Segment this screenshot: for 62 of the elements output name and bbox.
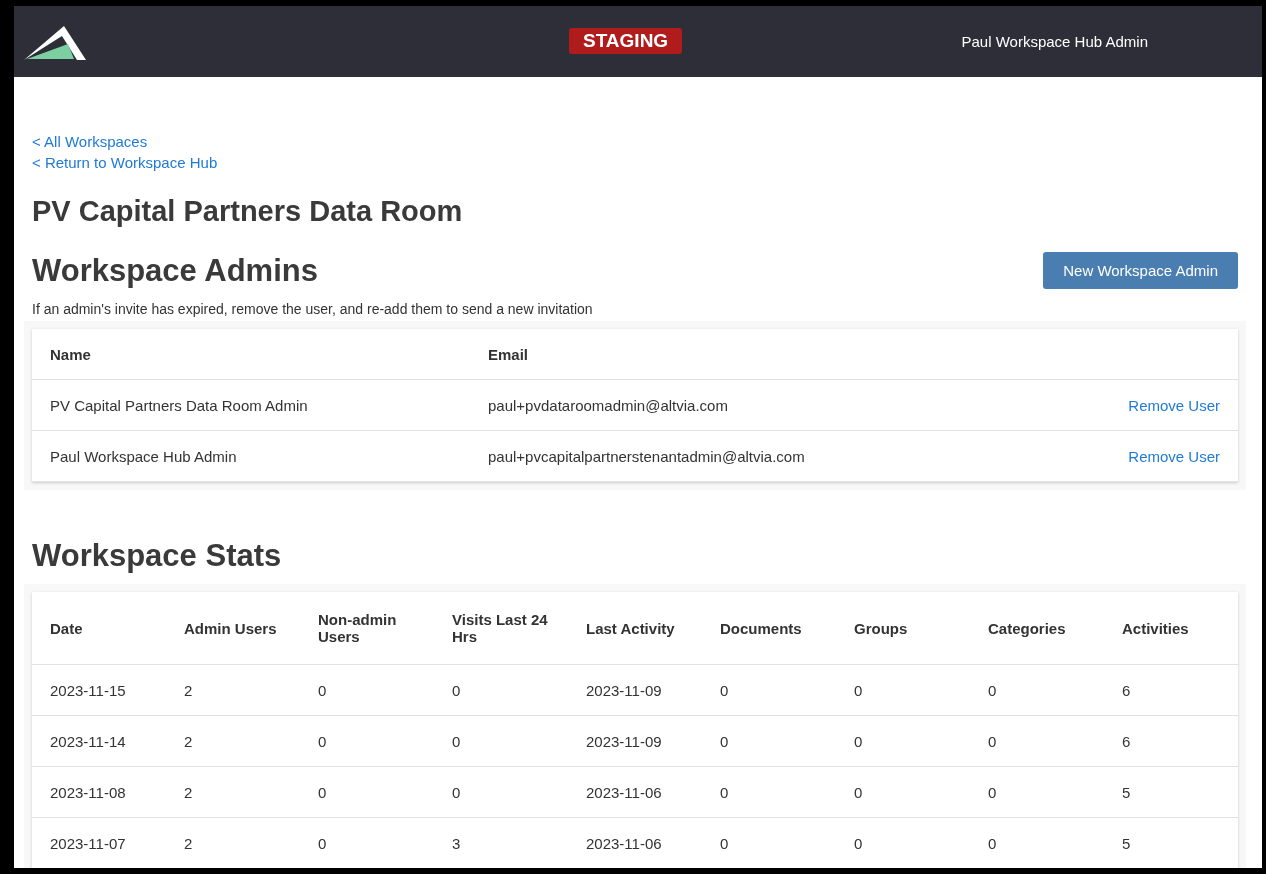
table-cell: 2023-11-09	[568, 664, 702, 716]
table-cell: 0	[702, 817, 836, 868]
column-header: Date	[32, 592, 166, 665]
table-cell: Paul Workspace Hub Admin	[32, 430, 470, 482]
admin-note: If an admin's invite has expired, remove the user, and re-add them to send a new invitation	[32, 301, 594, 317]
table-cell: 2	[166, 664, 300, 716]
table-cell: 0	[970, 664, 1104, 716]
column-header: Visits Last 24 Hrs	[434, 592, 568, 665]
table-cell: 2	[166, 715, 300, 767]
column-header: Categories	[970, 592, 1104, 665]
table-cell: 0	[434, 664, 568, 716]
table-cell: 0	[970, 766, 1104, 818]
table-cell: 0	[702, 766, 836, 818]
column-header: Last Activity	[568, 592, 702, 665]
table-cell: paul+pvcapitalpartnerstenantadmin@altvia.com	[470, 430, 1034, 482]
table-cell: 3	[434, 817, 568, 868]
breadcrumb-link[interactable]: < All Workspaces	[32, 131, 148, 152]
column-header: Email	[470, 329, 1034, 380]
table-cell: 2023-11-14	[32, 715, 166, 767]
column-header: Documents	[702, 592, 836, 665]
column-header: Activities	[1104, 592, 1238, 665]
table-cell: 2023-11-08	[32, 766, 166, 818]
table-cell: paul+pvdataroomadmin@altvia.com	[470, 379, 1034, 431]
column-header: Admin Users	[166, 592, 300, 665]
table-cell: 2023-11-06	[568, 817, 702, 868]
table-cell: 2	[166, 817, 300, 868]
table-cell: 0	[434, 715, 568, 767]
table-cell: 0	[836, 715, 970, 767]
table-cell: 0	[836, 817, 970, 868]
table-cell: 0	[702, 664, 836, 716]
table-cell: 2023-11-07	[32, 817, 166, 868]
section-title: Workspace Admins	[32, 252, 318, 289]
table-cell: 0	[300, 817, 434, 868]
table-cell: 0	[300, 664, 434, 716]
section-title: Workspace Stats	[32, 538, 283, 574]
table-cell: 5	[1104, 817, 1238, 868]
table-cell: 0	[300, 766, 434, 818]
environment-badge: STAGING	[569, 28, 683, 54]
table-cell: 2023-11-06	[568, 766, 702, 818]
column-header: Name	[32, 329, 470, 380]
table-cell: 0	[434, 766, 568, 818]
column-header: Non-admin Users	[300, 592, 434, 665]
table-cell: 0	[836, 766, 970, 818]
table-cell: 0	[970, 715, 1104, 767]
remove-user-link[interactable]: Remove User	[1128, 396, 1220, 414]
table-cell: 0	[836, 664, 970, 716]
table-cell: 0	[702, 715, 836, 767]
table-cell: 6	[1104, 664, 1238, 716]
table-cell: 2	[166, 766, 300, 818]
page-title: PV Capital Partners Data Room	[32, 195, 464, 228]
table-cell: PV Capital Partners Data Room Admin	[32, 379, 470, 431]
table-cell: 2023-11-09	[568, 715, 702, 767]
user-name: Paul Workspace Hub Admin	[961, 33, 1148, 50]
table-cell: 5	[1104, 766, 1238, 818]
remove-user-link[interactable]: Remove User	[1128, 447, 1220, 465]
breadcrumb-link[interactable]: < Return to Workspace Hub	[32, 152, 218, 173]
column-header: Groups	[836, 592, 970, 665]
table-cell: 2023-11-15	[32, 664, 166, 716]
table-cell: 6	[1104, 715, 1238, 767]
table-cell: 0	[970, 817, 1104, 868]
table-cell: 0	[300, 715, 434, 767]
new-admin-button[interactable]: New Workspace Admin	[1043, 252, 1238, 289]
